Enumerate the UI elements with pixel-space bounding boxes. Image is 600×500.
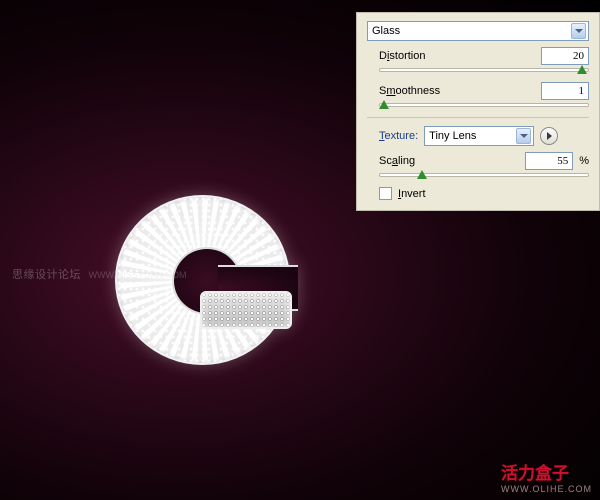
watermark-left-text: 思缘设计论坛	[12, 269, 81, 281]
distortion-slider[interactable]	[379, 68, 589, 72]
distortion-control: Distortion 20	[367, 47, 589, 72]
preset-combo[interactable]: Glass	[367, 21, 589, 41]
watermark-bottom: 活力盒子 WWW.OLIHE.COM	[501, 459, 592, 494]
smoothness-slider-thumb[interactable]	[379, 100, 389, 112]
smoothness-label: Smoothness	[379, 85, 440, 97]
invert-row: Invert	[367, 187, 589, 200]
chevron-down-icon	[516, 128, 531, 144]
scaling-control: Scaling 55 %	[367, 152, 589, 177]
watermark-bottom-url: WWW.OLIHE.COM	[501, 484, 592, 494]
texture-row: Texture: Tiny Lens	[367, 126, 589, 146]
chevron-down-icon	[571, 23, 586, 39]
distortion-value-input[interactable]: 20	[541, 47, 589, 65]
distortion-slider-thumb[interactable]	[577, 65, 587, 77]
g-bar	[200, 291, 292, 329]
watermark-bottom-text: 活力盒子	[501, 464, 569, 483]
smoothness-value-input[interactable]: 1	[541, 82, 589, 100]
texture-menu-button[interactable]	[540, 127, 558, 145]
smoothness-slider[interactable]	[379, 103, 589, 107]
scaling-label: Scaling	[379, 155, 415, 167]
watermark-left: 思缘设计论坛 WWW.MISSYUAN.COM	[12, 266, 187, 282]
scaling-value-input[interactable]: 55	[525, 152, 573, 170]
preset-combo-value: Glass	[372, 25, 571, 37]
separator	[367, 117, 589, 118]
texture-combo[interactable]: Tiny Lens	[424, 126, 534, 146]
scaling-slider-thumb[interactable]	[417, 170, 427, 182]
texture-label: Texture:	[379, 130, 418, 142]
watermark-left-url: WWW.MISSYUAN.COM	[89, 270, 187, 280]
distortion-label: Distortion	[379, 50, 425, 62]
scaling-slider[interactable]	[379, 173, 589, 177]
scaling-unit: %	[579, 155, 589, 167]
texture-combo-value: Tiny Lens	[429, 130, 516, 142]
smoothness-control: Smoothness 1	[367, 82, 589, 107]
invert-label: Invert	[398, 188, 426, 200]
invert-checkbox[interactable]	[379, 187, 392, 200]
glass-filter-panel: Glass Distortion 20 Smoothness 1 Texture…	[356, 12, 600, 211]
